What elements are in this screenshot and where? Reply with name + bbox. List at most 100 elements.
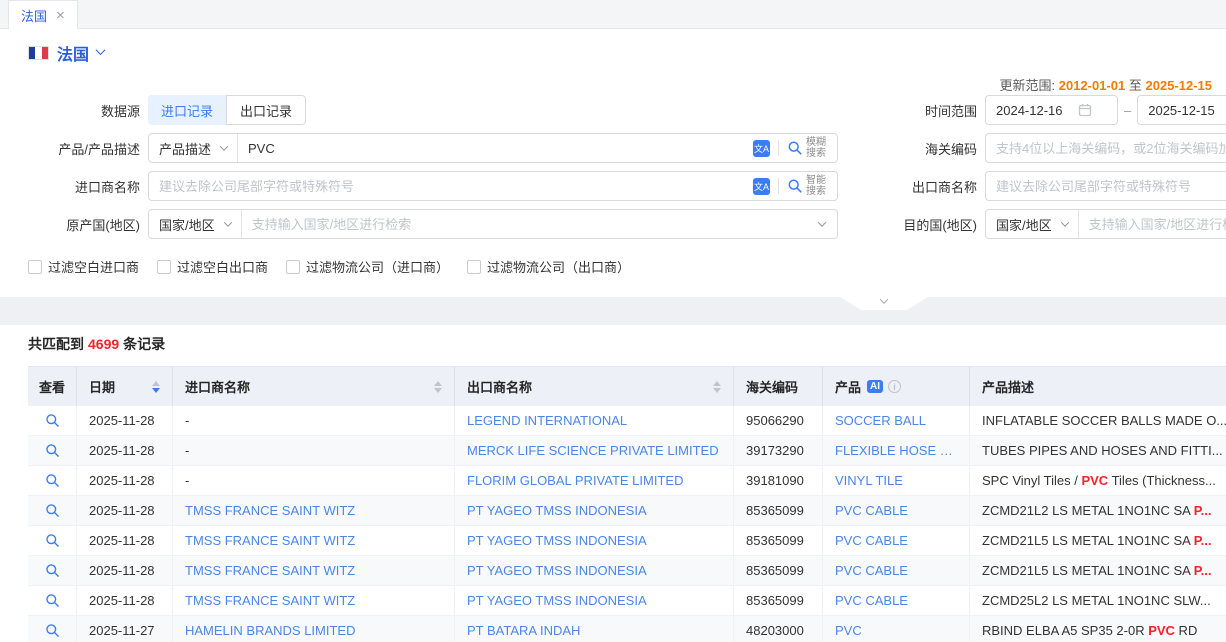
product-link[interactable]: PVC CABLE <box>835 503 908 518</box>
product-link[interactable]: PVC <box>835 623 862 638</box>
view-record-button[interactable] <box>45 503 60 518</box>
date-start-input[interactable] <box>986 96 1078 124</box>
checkbox-icon[interactable] <box>157 260 171 274</box>
datasource-label: 数据源 <box>28 101 148 120</box>
importer-link[interactable]: TMSS FRANCE SAINT WITZ <box>185 533 355 548</box>
filter-blank-importer[interactable]: 过滤空白进口商 <box>28 257 139 276</box>
cell-view <box>28 436 77 465</box>
view-record-button[interactable] <box>45 563 60 578</box>
checkbox-icon[interactable] <box>286 260 300 274</box>
date-end-input[interactable] <box>1138 96 1226 124</box>
product-search-input[interactable] <box>238 134 745 162</box>
cell-view <box>28 556 77 585</box>
update-range-start: 2012-01-01 <box>1059 78 1126 93</box>
view-record-button[interactable] <box>45 533 60 548</box>
exporter-link[interactable]: PT YAGEO TMSS INDONESIA <box>467 563 647 578</box>
cell-view <box>28 496 77 525</box>
exporter-link[interactable]: FLORIM GLOBAL PRIVATE LIMITED <box>467 473 683 488</box>
destination-type-select[interactable]: 国家/地区 <box>986 210 1079 238</box>
checkbox-icon[interactable] <box>28 260 42 274</box>
cell-exporter: FLORIM GLOBAL PRIVATE LIMITED <box>455 466 734 495</box>
date-end-box <box>1137 95 1226 125</box>
product-link[interactable]: PVC CABLE <box>835 563 908 578</box>
export-records-tab[interactable]: 出口记录 <box>226 95 306 125</box>
product-link[interactable]: SOCCER BALL <box>835 413 926 428</box>
importer-link[interactable]: TMSS FRANCE SAINT WITZ <box>185 503 355 518</box>
table-header: 查看 日期 进口商名称 出口商名称 海关编码 产品 AI <box>28 366 1226 406</box>
exporter-link[interactable]: PT YAGEO TMSS INDONESIA <box>467 533 647 548</box>
header-importer[interactable]: 进口商名称 <box>173 367 455 406</box>
exporter-link[interactable]: LEGEND INTERNATIONAL <box>467 413 627 428</box>
view-record-button[interactable] <box>45 593 60 608</box>
hs-code-input[interactable] <box>986 134 1226 162</box>
calendar-icon[interactable] <box>1078 103 1092 117</box>
country-selector[interactable]: 法国 <box>28 41 104 65</box>
results-table: 查看 日期 进口商名称 出口商名称 海关编码 产品 AI <box>28 366 1226 642</box>
sort-icon[interactable] <box>152 381 160 393</box>
cell-product: PVC CABLE <box>823 496 970 525</box>
cell-description: ZCMD21L2 LS METAL 1NO1NC SA P... <box>970 496 1226 525</box>
filter-blank-exporter[interactable]: 过滤空白出口商 <box>157 257 268 276</box>
magnifier-icon <box>45 563 60 578</box>
chevron-down-icon <box>223 218 231 226</box>
importer-empty: - <box>185 443 189 458</box>
result-count-suffix: 条记录 <box>123 336 165 352</box>
translate-icon[interactable] <box>753 140 770 157</box>
exporter-link[interactable]: PT BATARA INDAH <box>467 623 580 638</box>
product-link[interactable]: VINYL TILE <box>835 473 903 488</box>
importer-input[interactable] <box>149 172 745 200</box>
view-record-button[interactable] <box>45 473 60 488</box>
table-row: 2025-11-28 TMSS FRANCE SAINT WITZ PT YAG… <box>28 526 1226 556</box>
product-link[interactable]: FLEXIBLE HOSE PVC <box>835 443 957 458</box>
product-link[interactable]: PVC CABLE <box>835 533 908 548</box>
destination-input[interactable] <box>1079 210 1226 238</box>
magnifier-icon <box>45 443 60 458</box>
exporter-link[interactable]: MERCK LIFE SCIENCE PRIVATE LIMITED <box>467 443 719 458</box>
origin-input[interactable] <box>242 210 819 238</box>
filter-logistics-exporter[interactable]: 过滤物流公司（出口商） <box>467 257 630 276</box>
close-icon[interactable]: × <box>56 8 65 23</box>
cell-date: 2025-11-28 <box>77 586 173 615</box>
product-input-suffix: 模糊搜索 <box>745 137 837 159</box>
destination-select-value: 国家/地区 <box>996 215 1052 234</box>
exporter-link[interactable]: PT YAGEO TMSS INDONESIA <box>467 593 647 608</box>
header-exporter[interactable]: 出口商名称 <box>455 367 734 406</box>
info-icon[interactable] <box>888 380 901 393</box>
tab-france[interactable]: 法国 × <box>8 0 78 29</box>
exporter-label: 出口商名称 <box>885 177 985 196</box>
table-row: 2025-11-28 - MERCK LIFE SCIENCE PRIVATE … <box>28 436 1226 466</box>
header-date[interactable]: 日期 <box>77 367 173 406</box>
cell-hs-code: 85365099 <box>734 586 823 615</box>
filter-logistics-importer[interactable]: 过滤物流公司（进口商） <box>286 257 449 276</box>
cell-product: SOCCER BALL <box>823 406 970 435</box>
product-field-select[interactable]: 产品描述 <box>149 134 238 162</box>
view-record-button[interactable] <box>45 623 60 638</box>
exporter-input[interactable] <box>986 172 1226 200</box>
translate-icon[interactable] <box>753 178 770 195</box>
importer-link[interactable]: HAMELIN BRANDS LIMITED <box>185 623 355 638</box>
chevron-down-icon <box>96 45 106 55</box>
view-record-button[interactable] <box>45 443 60 458</box>
exporter-link[interactable]: PT YAGEO TMSS INDONESIA <box>467 503 647 518</box>
fuzzy-search-toggle[interactable]: 模糊搜索 <box>787 137 829 159</box>
cell-importer: HAMELIN BRANDS LIMITED <box>173 616 455 642</box>
importer-link[interactable]: TMSS FRANCE SAINT WITZ <box>185 593 355 608</box>
origin-select-value: 国家/地区 <box>159 215 215 234</box>
tab-label: 法国 <box>21 6 47 25</box>
header-product: 产品 AI <box>823 367 970 406</box>
collapse-panel-button[interactable] <box>840 297 928 310</box>
cell-hs-code: 85365099 <box>734 556 823 585</box>
view-record-button[interactable] <box>45 413 60 428</box>
checkbox-icon[interactable] <box>467 260 481 274</box>
search-icon <box>787 140 803 156</box>
import-records-tab[interactable]: 进口记录 <box>148 95 226 125</box>
smart-search-toggle[interactable]: 智能搜索 <box>787 175 829 197</box>
sort-icon[interactable] <box>434 381 442 393</box>
origin-type-select[interactable]: 国家/地区 <box>149 210 242 238</box>
destination-label: 目的国(地区) <box>885 215 985 234</box>
importer-link[interactable]: TMSS FRANCE SAINT WITZ <box>185 563 355 578</box>
chevron-down-icon <box>880 295 888 303</box>
product-link[interactable]: PVC CABLE <box>835 593 908 608</box>
update-range-to: 至 <box>1129 78 1142 93</box>
sort-icon[interactable] <box>713 381 721 393</box>
